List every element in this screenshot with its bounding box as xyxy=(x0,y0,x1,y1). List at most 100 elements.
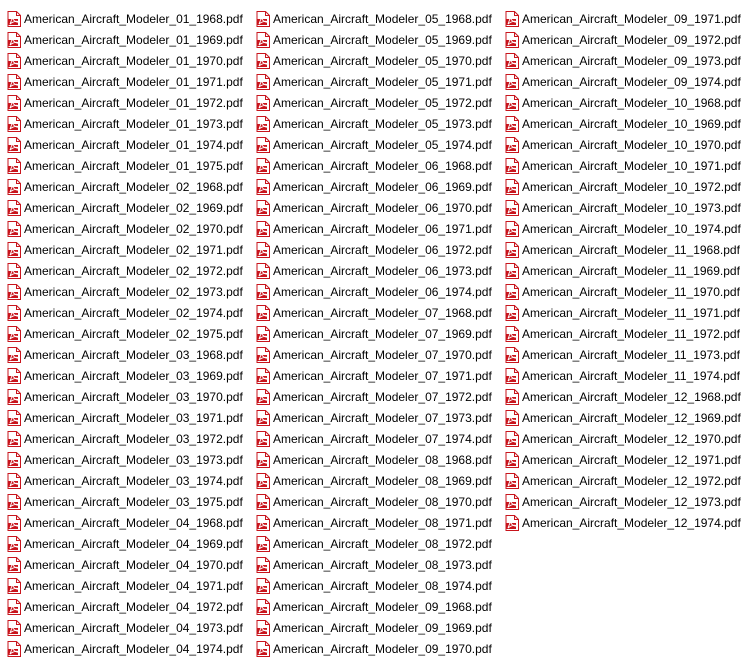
file-item[interactable]: American_Aircraft_Modeler_01_1973.pdf xyxy=(7,113,256,134)
file-item[interactable]: American_Aircraft_Modeler_09_1974.pdf xyxy=(505,71,741,92)
file-item[interactable]: American_Aircraft_Modeler_04_1971.pdf xyxy=(7,575,256,596)
file-item[interactable]: American_Aircraft_Modeler_03_1971.pdf xyxy=(7,407,256,428)
file-item[interactable]: American_Aircraft_Modeler_01_1972.pdf xyxy=(7,92,256,113)
file-item[interactable]: American_Aircraft_Modeler_12_1970.pdf xyxy=(505,428,741,449)
file-item[interactable]: American_Aircraft_Modeler_03_1969.pdf xyxy=(7,365,256,386)
file-item[interactable]: American_Aircraft_Modeler_01_1975.pdf xyxy=(7,155,256,176)
file-item[interactable]: American_Aircraft_Modeler_06_1971.pdf xyxy=(256,218,505,239)
file-item[interactable]: American_Aircraft_Modeler_07_1968.pdf xyxy=(256,302,505,323)
file-item[interactable]: American_Aircraft_Modeler_03_1970.pdf xyxy=(7,386,256,407)
file-item[interactable]: American_Aircraft_Modeler_06_1970.pdf xyxy=(256,197,505,218)
file-item[interactable]: American_Aircraft_Modeler_10_1970.pdf xyxy=(505,134,741,155)
file-item[interactable]: American_Aircraft_Modeler_03_1968.pdf xyxy=(7,344,256,365)
file-item[interactable]: American_Aircraft_Modeler_02_1971.pdf xyxy=(7,239,256,260)
file-item[interactable]: American_Aircraft_Modeler_11_1971.pdf xyxy=(505,302,741,323)
file-item[interactable]: American_Aircraft_Modeler_05_1969.pdf xyxy=(256,29,505,50)
file-item[interactable]: American_Aircraft_Modeler_03_1972.pdf xyxy=(7,428,256,449)
file-item[interactable]: American_Aircraft_Modeler_09_1971.pdf xyxy=(505,8,741,29)
file-item[interactable]: American_Aircraft_Modeler_01_1970.pdf xyxy=(7,50,256,71)
file-item[interactable]: American_Aircraft_Modeler_04_1972.pdf xyxy=(7,596,256,617)
file-item[interactable]: American_Aircraft_Modeler_08_1974.pdf xyxy=(256,575,505,596)
file-item[interactable]: American_Aircraft_Modeler_01_1969.pdf xyxy=(7,29,256,50)
file-item[interactable]: American_Aircraft_Modeler_08_1971.pdf xyxy=(256,512,505,533)
file-item[interactable]: American_Aircraft_Modeler_04_1970.pdf xyxy=(7,554,256,575)
file-item[interactable]: American_Aircraft_Modeler_07_1972.pdf xyxy=(256,386,505,407)
file-item[interactable]: American_Aircraft_Modeler_11_1968.pdf xyxy=(505,239,741,260)
file-item[interactable]: American_Aircraft_Modeler_01_1971.pdf xyxy=(7,71,256,92)
file-item[interactable]: American_Aircraft_Modeler_01_1968.pdf xyxy=(7,8,256,29)
file-item[interactable]: American_Aircraft_Modeler_08_1973.pdf xyxy=(256,554,505,575)
file-item[interactable]: American_Aircraft_Modeler_08_1968.pdf xyxy=(256,449,505,470)
file-item[interactable]: American_Aircraft_Modeler_04_1968.pdf xyxy=(7,512,256,533)
file-name: American_Aircraft_Modeler_03_1971.pdf xyxy=(24,410,243,425)
file-item[interactable]: American_Aircraft_Modeler_05_1972.pdf xyxy=(256,92,505,113)
file-item[interactable]: American_Aircraft_Modeler_07_1974.pdf xyxy=(256,428,505,449)
file-item[interactable]: American_Aircraft_Modeler_12_1971.pdf xyxy=(505,449,741,470)
pdf-file-icon xyxy=(7,388,21,405)
file-item[interactable]: American_Aircraft_Modeler_02_1970.pdf xyxy=(7,218,256,239)
file-item[interactable]: American_Aircraft_Modeler_09_1968.pdf xyxy=(256,596,505,617)
file-name: American_Aircraft_Modeler_10_1971.pdf xyxy=(522,158,741,173)
file-item[interactable]: American_Aircraft_Modeler_09_1969.pdf xyxy=(256,617,505,638)
file-item[interactable]: American_Aircraft_Modeler_04_1969.pdf xyxy=(7,533,256,554)
file-item[interactable]: American_Aircraft_Modeler_01_1974.pdf xyxy=(7,134,256,155)
file-item[interactable]: American_Aircraft_Modeler_12_1972.pdf xyxy=(505,470,741,491)
file-item[interactable]: American_Aircraft_Modeler_08_1969.pdf xyxy=(256,470,505,491)
file-item[interactable]: American_Aircraft_Modeler_05_1968.pdf xyxy=(256,8,505,29)
file-item[interactable]: American_Aircraft_Modeler_07_1970.pdf xyxy=(256,344,505,365)
file-item[interactable]: American_Aircraft_Modeler_06_1973.pdf xyxy=(256,260,505,281)
file-item[interactable]: American_Aircraft_Modeler_06_1968.pdf xyxy=(256,155,505,176)
pdf-file-icon xyxy=(256,430,270,447)
file-item[interactable]: American_Aircraft_Modeler_06_1972.pdf xyxy=(256,239,505,260)
file-item[interactable]: American_Aircraft_Modeler_03_1975.pdf xyxy=(7,491,256,512)
file-name: American_Aircraft_Modeler_04_1969.pdf xyxy=(24,536,243,551)
pdf-file-icon xyxy=(7,346,21,363)
file-item[interactable]: American_Aircraft_Modeler_03_1973.pdf xyxy=(7,449,256,470)
file-item[interactable]: American_Aircraft_Modeler_09_1972.pdf xyxy=(505,29,741,50)
file-item[interactable]: American_Aircraft_Modeler_04_1973.pdf xyxy=(7,617,256,638)
file-item[interactable]: American_Aircraft_Modeler_11_1970.pdf xyxy=(505,281,741,302)
file-name: American_Aircraft_Modeler_11_1970.pdf xyxy=(522,284,740,299)
file-item[interactable]: American_Aircraft_Modeler_12_1969.pdf xyxy=(505,407,741,428)
file-item[interactable]: American_Aircraft_Modeler_05_1973.pdf xyxy=(256,113,505,134)
file-item[interactable]: American_Aircraft_Modeler_11_1973.pdf xyxy=(505,344,741,365)
file-item[interactable]: American_Aircraft_Modeler_02_1974.pdf xyxy=(7,302,256,323)
file-item[interactable]: American_Aircraft_Modeler_02_1969.pdf xyxy=(7,197,256,218)
file-item[interactable]: American_Aircraft_Modeler_06_1974.pdf xyxy=(256,281,505,302)
file-item[interactable]: American_Aircraft_Modeler_02_1975.pdf xyxy=(7,323,256,344)
pdf-file-icon xyxy=(256,31,270,48)
file-name: American_Aircraft_Modeler_10_1970.pdf xyxy=(522,137,741,152)
file-item[interactable]: American_Aircraft_Modeler_05_1970.pdf xyxy=(256,50,505,71)
file-item[interactable]: American_Aircraft_Modeler_09_1970.pdf xyxy=(256,638,505,659)
file-item[interactable]: American_Aircraft_Modeler_08_1970.pdf xyxy=(256,491,505,512)
file-item[interactable]: American_Aircraft_Modeler_12_1974.pdf xyxy=(505,512,741,533)
file-item[interactable]: American_Aircraft_Modeler_07_1973.pdf xyxy=(256,407,505,428)
file-item[interactable]: American_Aircraft_Modeler_08_1972.pdf xyxy=(256,533,505,554)
pdf-file-icon xyxy=(256,640,270,657)
file-item[interactable]: American_Aircraft_Modeler_05_1974.pdf xyxy=(256,134,505,155)
file-name: American_Aircraft_Modeler_06_1971.pdf xyxy=(273,221,492,236)
file-item[interactable]: American_Aircraft_Modeler_10_1974.pdf xyxy=(505,218,741,239)
file-item[interactable]: American_Aircraft_Modeler_06_1969.pdf xyxy=(256,176,505,197)
file-item[interactable]: American_Aircraft_Modeler_02_1973.pdf xyxy=(7,281,256,302)
file-item[interactable]: American_Aircraft_Modeler_07_1969.pdf xyxy=(256,323,505,344)
file-item[interactable]: American_Aircraft_Modeler_05_1971.pdf xyxy=(256,71,505,92)
file-item[interactable]: American_Aircraft_Modeler_10_1969.pdf xyxy=(505,113,741,134)
file-name: American_Aircraft_Modeler_06_1972.pdf xyxy=(273,242,492,257)
file-item[interactable]: American_Aircraft_Modeler_02_1972.pdf xyxy=(7,260,256,281)
file-item[interactable]: American_Aircraft_Modeler_11_1969.pdf xyxy=(505,260,741,281)
file-item[interactable]: American_Aircraft_Modeler_11_1972.pdf xyxy=(505,323,741,344)
file-item[interactable]: American_Aircraft_Modeler_10_1972.pdf xyxy=(505,176,741,197)
file-item[interactable]: American_Aircraft_Modeler_07_1971.pdf xyxy=(256,365,505,386)
file-item[interactable]: American_Aircraft_Modeler_03_1974.pdf xyxy=(7,470,256,491)
file-item[interactable]: American_Aircraft_Modeler_11_1974.pdf xyxy=(505,365,741,386)
file-item[interactable]: American_Aircraft_Modeler_02_1968.pdf xyxy=(7,176,256,197)
file-item[interactable]: American_Aircraft_Modeler_12_1968.pdf xyxy=(505,386,741,407)
file-item[interactable]: American_Aircraft_Modeler_10_1971.pdf xyxy=(505,155,741,176)
file-item[interactable]: American_Aircraft_Modeler_10_1968.pdf xyxy=(505,92,741,113)
file-item[interactable]: American_Aircraft_Modeler_04_1974.pdf xyxy=(7,638,256,659)
file-name: American_Aircraft_Modeler_01_1972.pdf xyxy=(24,95,243,110)
file-item[interactable]: American_Aircraft_Modeler_12_1973.pdf xyxy=(505,491,741,512)
file-item[interactable]: American_Aircraft_Modeler_10_1973.pdf xyxy=(505,197,741,218)
file-item[interactable]: American_Aircraft_Modeler_09_1973.pdf xyxy=(505,50,741,71)
